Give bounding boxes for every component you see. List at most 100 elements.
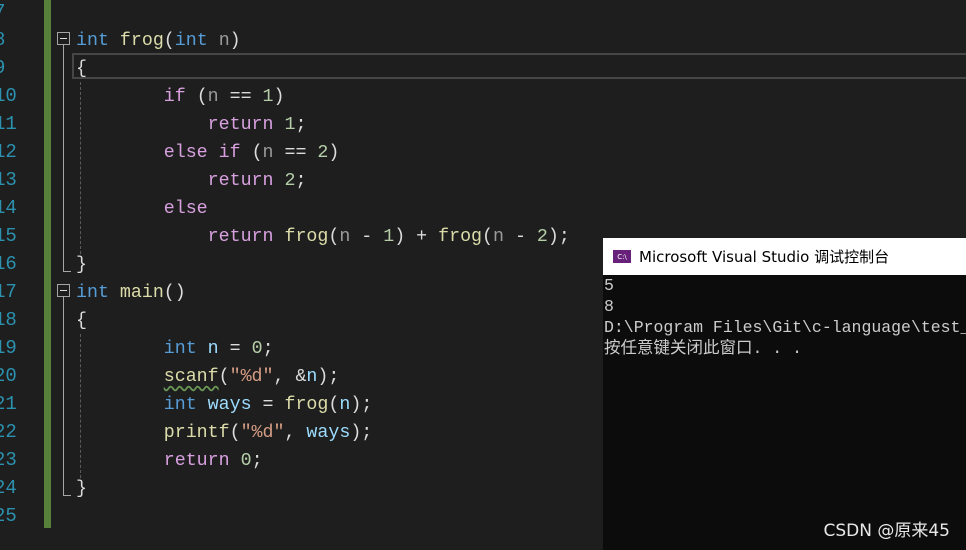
code-line[interactable]: if (n == 1) [76, 83, 285, 111]
code-token: ) [229, 31, 241, 51]
code-token: ( [218, 367, 230, 387]
line-number: 14 [0, 197, 17, 219]
code-token: } [76, 479, 87, 499]
line-number: 19 [0, 337, 17, 359]
console-title-bar[interactable]: C:\ Microsoft Visual Studio 调试控制台 [603, 238, 966, 275]
fold-line [63, 297, 64, 495]
code-token: ); [350, 395, 373, 415]
code-token: ) [273, 87, 285, 107]
debug-console-window[interactable]: C:\ Microsoft Visual Studio 调试控制台 5 8 D:… [603, 238, 966, 550]
code-line[interactable]: return 0; [76, 447, 263, 475]
watermark: CSDN @原来45 [823, 521, 950, 541]
code-token: = [251, 395, 285, 415]
code-token: ( [229, 423, 241, 443]
line-number-gutter: 789 10 11 12 13 14 15 16 17 18 19 20 21 22 23 24 25 [0, 0, 44, 550]
code-line[interactable]: int n = 0; [76, 335, 274, 363]
code-token: return [163, 451, 230, 471]
code-token: ( [482, 227, 493, 247]
collapse-frog-icon[interactable] [57, 32, 70, 45]
code-line[interactable]: int main() [76, 279, 186, 307]
code-token: () [163, 283, 186, 303]
line-number: 10 [0, 85, 17, 107]
code-line[interactable]: return 2; [76, 167, 307, 195]
code-line[interactable]: { [76, 307, 87, 335]
line-number: 20 [0, 365, 17, 387]
code-token: ) + [394, 227, 439, 247]
line-number: 25 [0, 505, 17, 527]
code-token: n [262, 143, 274, 163]
line-number: 8 [0, 26, 14, 54]
code-token: ; [262, 339, 274, 359]
code-token: = [218, 339, 252, 359]
line-number: 24 [0, 477, 17, 499]
console-output: 5 8 D:\Program Files\Git\c-language\test… [604, 276, 966, 358]
code-token: ( [240, 143, 263, 163]
code-token: ( [185, 87, 208, 107]
line-number: 11 [0, 113, 17, 135]
code-token: return [207, 227, 274, 247]
code-line[interactable]: printf("%d", ways); [76, 419, 373, 447]
code-line[interactable]: else [76, 195, 208, 223]
current-line-highlight [72, 53, 966, 79]
code-token: main [119, 283, 164, 303]
console-app-icon: C:\ [613, 250, 631, 263]
code-token: return [207, 171, 274, 191]
code-line[interactable]: return 1; [76, 111, 307, 139]
code-line[interactable]: return frog(n - 1) + frog(n - 2); [76, 223, 570, 251]
code-line[interactable]: int ways = frog(n); [76, 391, 373, 419]
code-line[interactable]: } [76, 475, 87, 503]
code-token: ; [295, 171, 307, 191]
code-token: ( [328, 395, 340, 415]
collapse-main-icon[interactable] [57, 284, 70, 297]
code-token: - [503, 227, 537, 247]
code-line[interactable]: scanf("%d", &n); [76, 363, 340, 391]
code-token: else [163, 199, 208, 219]
code-line[interactable]: { [76, 55, 87, 83]
code-line[interactable]: } [76, 251, 87, 279]
code-token: frog [284, 395, 329, 415]
code-token: } [76, 255, 87, 275]
code-token: ways [306, 423, 351, 443]
code-token: int [76, 31, 109, 51]
code-token: ); [350, 423, 373, 443]
change-indicator-bar [44, 0, 51, 528]
fold-line-end [63, 271, 71, 272]
code-token: ; [251, 451, 263, 471]
code-token: - [350, 227, 384, 247]
code-token: ); [317, 367, 340, 387]
code-token: ; [295, 115, 307, 135]
code-token: else [163, 143, 208, 163]
code-line[interactable]: else if (n == 2) [76, 139, 340, 167]
code-token: n [339, 227, 351, 247]
fold-line-end [63, 495, 71, 496]
code-token: { [76, 311, 87, 331]
code-token: n [306, 367, 318, 387]
code-token: "%d" [240, 423, 285, 443]
code-token: int [174, 31, 208, 51]
code-token: int [163, 395, 197, 415]
code-token: ); [547, 227, 570, 247]
code-token: int [163, 339, 197, 359]
code-token: 2 [536, 227, 548, 247]
code-line[interactable]: int frog(int n) [76, 27, 241, 55]
code-token: n [207, 87, 219, 107]
code-token: 1 [284, 115, 296, 135]
code-token: 2 [284, 171, 296, 191]
line-number: 13 [0, 169, 17, 191]
